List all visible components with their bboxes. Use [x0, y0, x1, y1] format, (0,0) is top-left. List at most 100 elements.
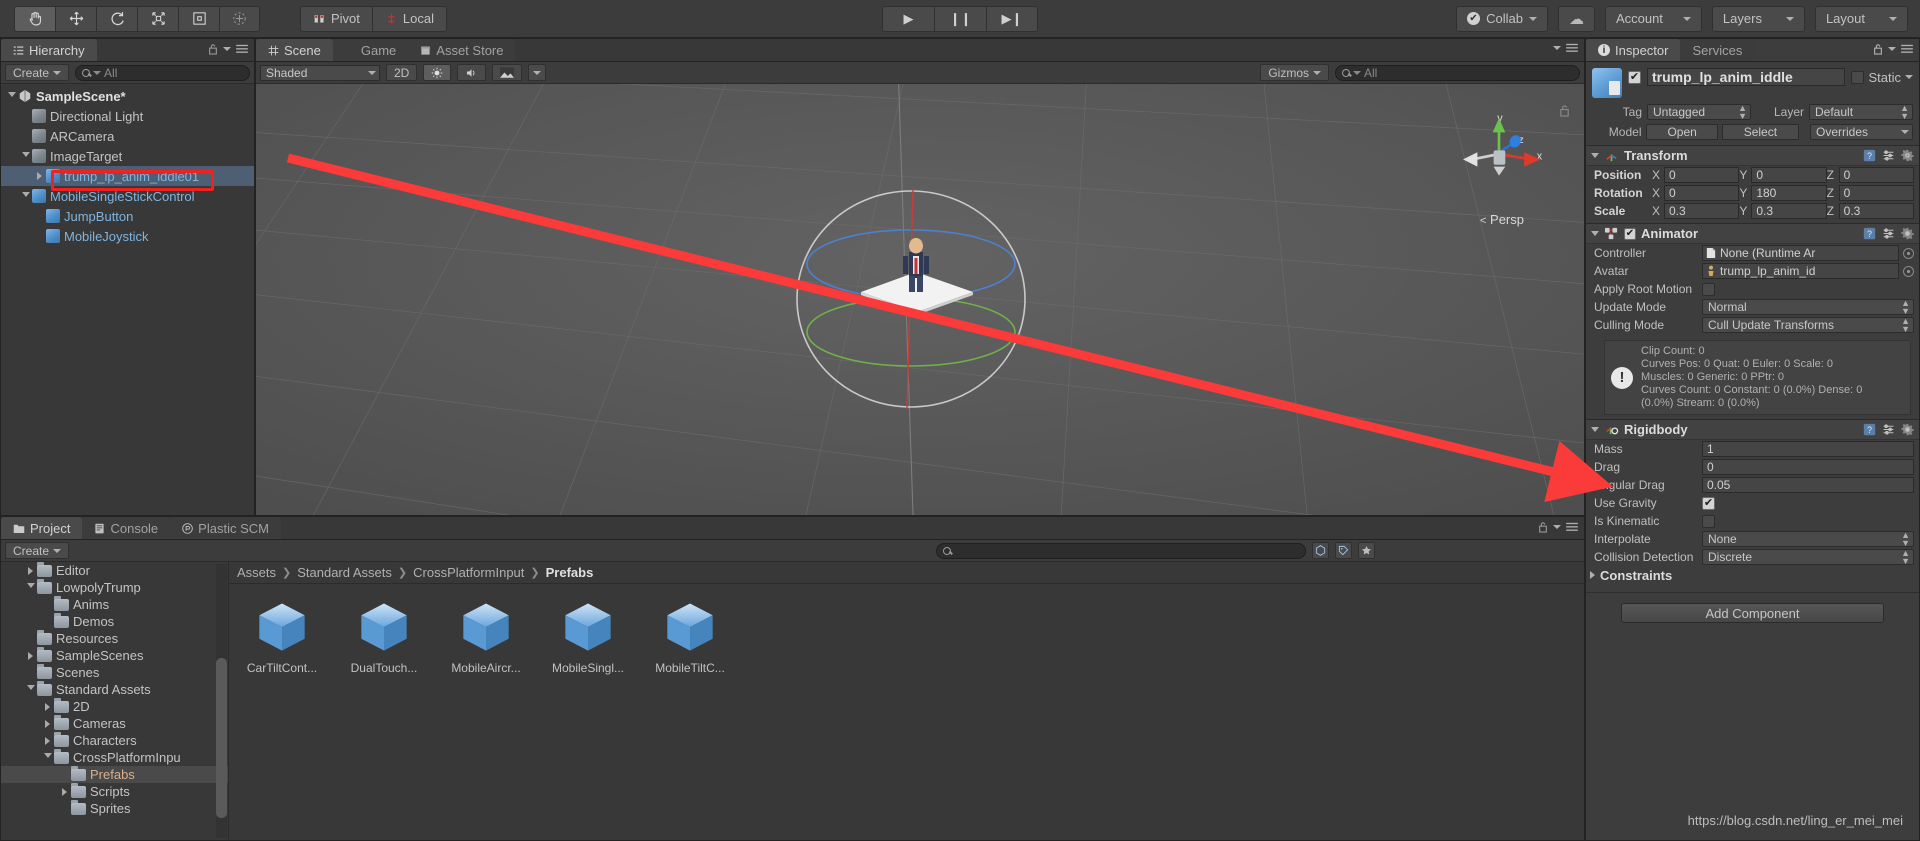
hierarchy-create-button[interactable]: Create	[5, 64, 70, 81]
expand-triangle-icon[interactable]	[33, 172, 46, 180]
chevron-down-icon[interactable]	[223, 47, 231, 51]
layer-dropdown[interactable]: Default ▲ ▼	[1809, 104, 1913, 120]
pivot-button[interactable]: Pivot	[300, 5, 372, 32]
tab-services[interactable]: Services	[1680, 39, 1755, 61]
hierarchy-item-arcamera[interactable]: ARCamera	[1, 126, 254, 146]
hierarchy-item-jumpbutton[interactable]: JumpButton	[1, 206, 254, 226]
tab-inspector[interactable]: i Inspector	[1586, 39, 1681, 61]
angular-drag-field[interactable]: 0.05	[1702, 477, 1914, 493]
scene-viewport[interactable]: < Persp y z x	[256, 84, 1584, 515]
project-folder-characters[interactable]: Characters	[1, 731, 228, 749]
step-button[interactable]: ▶❙	[986, 5, 1038, 32]
collab-button[interactable]: ✔ Collab	[1456, 5, 1548, 32]
transform-rotation-y-field[interactable]: 180	[1751, 185, 1827, 201]
expand-triangle-icon[interactable]	[24, 651, 37, 660]
scene-audio-toggle[interactable]	[457, 64, 487, 81]
overrides-dropdown[interactable]: Overrides	[1809, 124, 1914, 140]
breadcrumb-item[interactable]: Assets	[237, 565, 276, 580]
transform-tool-button[interactable]	[219, 5, 260, 32]
collapse-triangle-icon[interactable]	[1591, 231, 1599, 236]
account-button[interactable]: Account	[1604, 5, 1702, 32]
tab-plastic-scm[interactable]: Plastic SCM	[170, 517, 281, 539]
expand-triangle-icon[interactable]	[24, 566, 37, 575]
hierarchy-search-input[interactable]: All	[75, 64, 250, 81]
project-folder-standard-assets[interactable]: Standard Assets	[1, 680, 228, 698]
shading-mode-dropdown[interactable]: Shaded	[260, 64, 380, 81]
collision-detection-dropdown[interactable]: Discrete ▲ ▼	[1702, 549, 1914, 565]
project-folder-samplescenes[interactable]: SampleScenes	[1, 646, 228, 664]
project-folder-editor[interactable]: Editor	[1, 562, 228, 579]
chevron-down-icon[interactable]	[1888, 47, 1896, 51]
expand-triangle-icon[interactable]	[19, 151, 32, 161]
cloud-button[interactable]: ☁	[1557, 5, 1595, 32]
controller-picker-button[interactable]	[1903, 247, 1914, 259]
transform-component-header[interactable]: Transform ?	[1586, 145, 1919, 166]
expand-triangle-icon[interactable]	[58, 787, 71, 796]
filter-label-button[interactable]	[1335, 542, 1353, 559]
rigidbody-component-header[interactable]: Rigidbody ?	[1586, 419, 1919, 440]
asset-item[interactable]: MobileSingl...	[549, 598, 627, 675]
asset-item[interactable]: MobileAircr...	[447, 598, 525, 675]
controller-field[interactable]: None (Runtime Ar	[1702, 245, 1899, 261]
transform-position-z-field[interactable]: 0	[1838, 167, 1914, 183]
tab-asset-store[interactable]: Asset Store	[408, 39, 516, 61]
expand-triangle-icon[interactable]	[5, 91, 18, 101]
asset-item[interactable]: CarTiltCont...	[243, 598, 321, 675]
project-tree-scrollbar-thumb[interactable]	[216, 658, 227, 818]
transform-position-x-field[interactable]: 0	[1664, 167, 1740, 183]
tab-game[interactable]: Game	[332, 39, 409, 61]
scale-tool-button[interactable]	[137, 5, 178, 32]
rotate-tool-button[interactable]	[96, 5, 137, 32]
rect-tool-button[interactable]	[178, 5, 219, 32]
tag-dropdown[interactable]: Untagged ▲ ▼	[1647, 104, 1751, 120]
tab-hierarchy[interactable]: Hierarchy	[1, 39, 97, 61]
layout-button[interactable]: Layout	[1814, 5, 1908, 32]
tab-console[interactable]: Console	[82, 517, 171, 539]
project-folder-lowpolytrump[interactable]: LowpolyTrump	[1, 578, 228, 596]
model-select-button[interactable]: Select	[1721, 124, 1799, 140]
transform-scale-x-field[interactable]: 0.3	[1664, 203, 1740, 219]
animator-enabled-checkbox[interactable]: ✔	[1624, 227, 1636, 240]
model-open-button[interactable]: Open	[1646, 124, 1718, 140]
2d-toggle-button[interactable]: 2D	[386, 64, 418, 81]
transform-scale-z-field[interactable]: 0.3	[1838, 203, 1914, 219]
breadcrumb-item[interactable]: CrossPlatformInput	[413, 565, 524, 580]
project-folder-demos[interactable]: Demos	[1, 612, 228, 630]
move-tool-button[interactable]	[55, 5, 96, 32]
chevron-down-icon[interactable]	[1905, 75, 1913, 79]
expand-triangle-icon[interactable]	[41, 736, 54, 745]
chevron-down-icon[interactable]	[1553, 46, 1561, 50]
expand-triangle-icon[interactable]	[1590, 571, 1595, 579]
scene-lock-icon[interactable]	[1559, 104, 1570, 117]
project-folder-scripts[interactable]: Scripts	[1, 782, 228, 800]
collapse-triangle-icon[interactable]	[1591, 153, 1599, 158]
chevron-down-icon[interactable]	[1553, 525, 1561, 529]
breadcrumb-item[interactable]: Standard Assets	[297, 565, 392, 580]
culling-mode-dropdown[interactable]: Cull Update Transforms ▲ ▼	[1702, 317, 1914, 333]
apply-root-motion-checkbox[interactable]	[1702, 282, 1715, 296]
transform-rotation-z-field[interactable]: 0	[1838, 185, 1914, 201]
expand-triangle-icon[interactable]	[41, 719, 54, 728]
collapse-triangle-icon[interactable]	[1591, 427, 1599, 432]
object-enabled-checkbox[interactable]: ✔	[1628, 70, 1641, 84]
expand-triangle-icon[interactable]	[24, 685, 37, 694]
layers-button[interactable]: Layers	[1711, 5, 1805, 32]
project-create-button[interactable]: Create	[5, 542, 70, 559]
local-button[interactable]: Local	[371, 5, 447, 32]
scene-lighting-toggle[interactable]	[423, 64, 452, 81]
avatar-field[interactable]: trump_lp_anim_id	[1702, 263, 1899, 279]
filter-type-button[interactable]	[1312, 542, 1330, 559]
interpolate-dropdown[interactable]: None ▲ ▼	[1702, 531, 1914, 547]
tab-project[interactable]: Project	[1, 517, 83, 539]
expand-triangle-icon[interactable]	[41, 702, 54, 711]
expand-triangle-icon[interactable]	[24, 583, 37, 592]
project-folder-scenes[interactable]: Scenes	[1, 663, 228, 681]
hierarchy-item-mobilejoystick[interactable]: MobileJoystick	[1, 226, 254, 246]
use-gravity-checkbox[interactable]: ✔	[1702, 496, 1715, 510]
transform-rotation-x-field[interactable]: 0	[1664, 185, 1740, 201]
scene-effects-dropdown[interactable]	[528, 64, 547, 81]
scene-orientation-gizmo[interactable]: y z x	[1454, 109, 1544, 199]
scene-search-input[interactable]: All	[1335, 64, 1580, 81]
avatar-picker-button[interactable]	[1903, 265, 1914, 277]
pause-button[interactable]: ❙❙	[934, 5, 986, 32]
